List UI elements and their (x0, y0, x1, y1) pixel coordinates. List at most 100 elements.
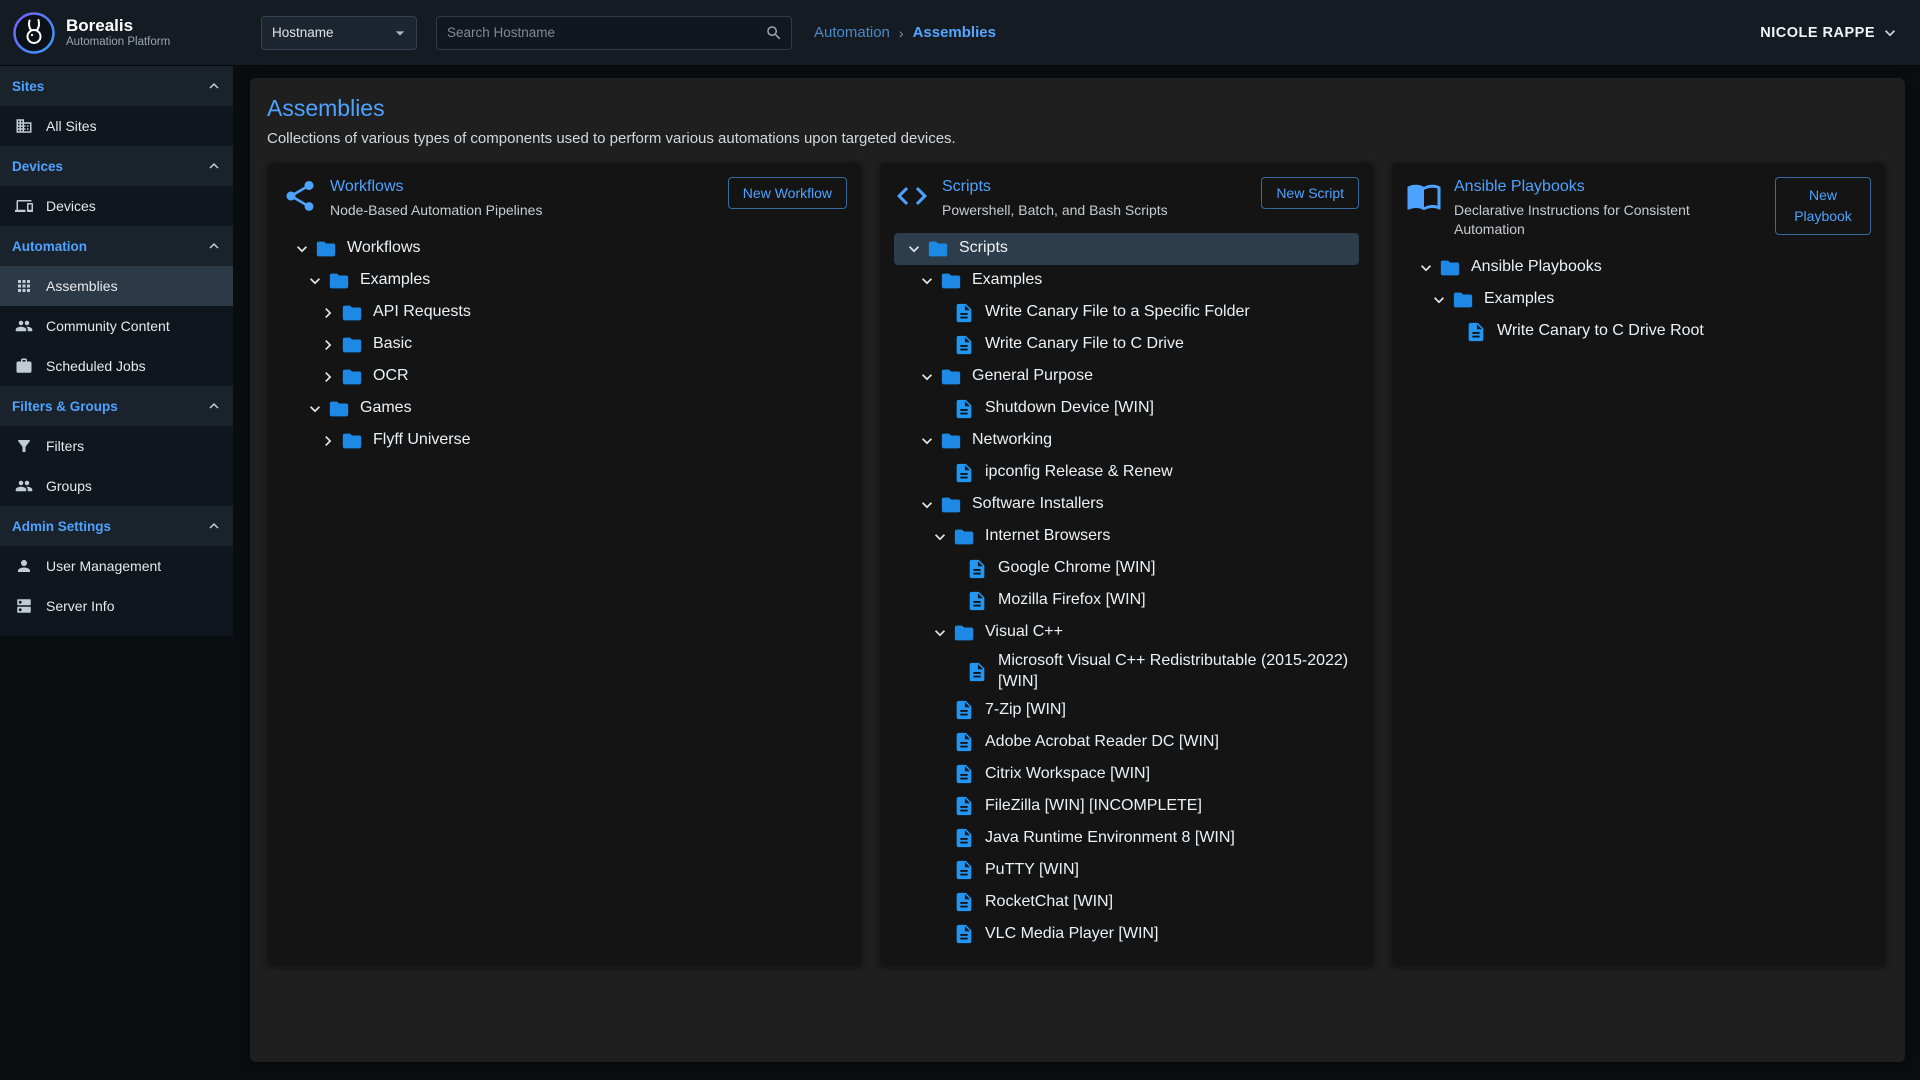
new-script-button[interactable]: New Script (1261, 177, 1359, 209)
assembly-cards: WorkflowsNode-Based Automation Pipelines… (267, 162, 1888, 967)
tree-item-write-canary-file-to-c-drive[interactable]: Write Canary File to C Drive (894, 329, 1359, 361)
new-workflow-button[interactable]: New Workflow (728, 177, 847, 209)
chevron-up-icon (205, 157, 223, 175)
sidebar-section-label: Automation (12, 239, 205, 254)
sidebar-section-admin-settings[interactable]: Admin Settings (0, 506, 233, 546)
tree-item-examples[interactable]: Examples (894, 265, 1359, 297)
sidebar-item-groups[interactable]: Groups (0, 466, 233, 506)
chevron-down-icon[interactable] (915, 365, 939, 389)
folder-icon (952, 621, 976, 645)
tree-item-label: Visual C++ (985, 622, 1063, 643)
tree-item-java-runtime-environment-8-win[interactable]: Java Runtime Environment 8 [WIN] (894, 822, 1359, 854)
sidebar-item-devices[interactable]: Devices (0, 186, 233, 226)
breadcrumb-assemblies[interactable]: Assemblies (913, 24, 996, 41)
chevron-right-icon[interactable] (316, 429, 340, 453)
tree-item-visual-c[interactable]: Visual C++ (894, 617, 1359, 649)
tree-item-filezilla-win-incomplete[interactable]: FileZilla [WIN] [INCOMPLETE] (894, 790, 1359, 822)
sidebar-section-filters-groups[interactable]: Filters & Groups (0, 386, 233, 426)
chevron-down-icon[interactable] (303, 269, 327, 293)
chevron-down-icon[interactable] (915, 429, 939, 453)
brand[interactable]: Borealis Automation Platform (0, 11, 233, 55)
folder-icon (340, 333, 364, 357)
chevron-down-icon[interactable] (290, 237, 314, 261)
chevron-down-icon[interactable] (915, 269, 939, 293)
tree-item-games[interactable]: Games (282, 393, 847, 425)
tree-item-label: Examples (1484, 289, 1554, 310)
tree-item-software-installers[interactable]: Software Installers (894, 489, 1359, 521)
folder-icon (340, 365, 364, 389)
chevron-down-icon[interactable] (1414, 256, 1438, 280)
file-icon (952, 730, 976, 754)
tree-item-ipconfig-release-renew[interactable]: ipconfig Release & Renew (894, 457, 1359, 489)
chevron-down-icon[interactable] (1427, 288, 1451, 312)
tree-item-api-requests[interactable]: API Requests (282, 297, 847, 329)
tree-item-internet-browsers[interactable]: Internet Browsers (894, 521, 1359, 553)
search-input[interactable] (447, 25, 757, 40)
tree-item-scripts[interactable]: Scripts (894, 233, 1359, 265)
tree-item-label: OCR (373, 366, 409, 387)
breadcrumb-automation[interactable]: Automation (814, 24, 890, 41)
sidebar-item-user-management[interactable]: User Management (0, 546, 233, 586)
tree-item-microsoft-visual-c-redistributable-2015-2022-win[interactable]: Microsoft Visual C++ Redistributable (20… (894, 649, 1359, 695)
sidebar-section-sites[interactable]: Sites (0, 66, 233, 106)
chevron-down-icon[interactable] (915, 493, 939, 517)
search-icon[interactable] (765, 24, 783, 42)
sidebar-item-assemblies[interactable]: Assemblies (0, 266, 233, 306)
tree-item-label: Write Canary File to a Specific Folder (985, 302, 1250, 323)
chevron-spacer (928, 333, 952, 357)
sidebar-item-scheduled-jobs[interactable]: Scheduled Jobs (0, 346, 233, 386)
chevron-down-icon[interactable] (928, 621, 952, 645)
playbooks-tree: Ansible Playbooks Examples Write Canary to… (1406, 252, 1871, 348)
sidebar-item-community-content[interactable]: Community Content (0, 306, 233, 346)
tree-item-label: Write Canary to C Drive Root (1497, 321, 1704, 342)
chevron-right-icon[interactable] (316, 365, 340, 389)
chevron-down-icon (1880, 23, 1900, 43)
folder-icon (939, 269, 963, 293)
tree-item-vlc-media-player-win[interactable]: VLC Media Player [WIN] (894, 918, 1359, 950)
tree-item-ansible-playbooks[interactable]: Ansible Playbooks (1406, 252, 1871, 284)
tree-item-rocketchat-win[interactable]: RocketChat [WIN] (894, 886, 1359, 918)
tree-item-adobe-acrobat-reader-dc-win[interactable]: Adobe Acrobat Reader DC [WIN] (894, 726, 1359, 758)
chevron-right-icon[interactable] (316, 301, 340, 325)
brand-name: Borealis (66, 16, 170, 36)
sidebar: SitesAll SitesDevicesDevicesAutomationAs… (0, 66, 233, 1080)
chevron-down-icon[interactable] (928, 525, 952, 549)
new-playbook-button[interactable]: New Playbook (1775, 177, 1871, 235)
tree-item-write-canary-file-to-a-specific-folder[interactable]: Write Canary File to a Specific Folder (894, 297, 1359, 329)
sidebar-item-server-info[interactable]: Server Info (0, 586, 233, 626)
sidebar-section-devices[interactable]: Devices (0, 146, 233, 186)
tree-item-shutdown-device-win[interactable]: Shutdown Device [WIN] (894, 393, 1359, 425)
file-icon (952, 762, 976, 786)
tree-item-putty-win[interactable]: PuTTY [WIN] (894, 854, 1359, 886)
tree-item-basic[interactable]: Basic (282, 329, 847, 361)
sidebar-item-filters[interactable]: Filters (0, 426, 233, 466)
user-menu[interactable]: NICOLE RAPPE (1760, 23, 1900, 43)
tree-item-citrix-workspace-win[interactable]: Citrix Workspace [WIN] (894, 758, 1359, 790)
chevron-right-icon[interactable] (316, 333, 340, 357)
folder-icon (939, 493, 963, 517)
tree-item-ocr[interactable]: OCR (282, 361, 847, 393)
hostname-dropdown[interactable]: Hostname (261, 16, 417, 50)
sidebar-item-label: Server Info (46, 598, 114, 614)
chevron-down-icon[interactable] (303, 397, 327, 421)
tree-item-flyff-universe[interactable]: Flyff Universe (282, 425, 847, 457)
tree-item-7-zip-win[interactable]: 7-Zip [WIN] (894, 694, 1359, 726)
sidebar-item-all-sites[interactable]: All Sites (0, 106, 233, 146)
tree-item-write-canary-to-c-drive-root[interactable]: Write Canary to C Drive Root (1406, 316, 1871, 348)
tree-item-general-purpose[interactable]: General Purpose (894, 361, 1359, 393)
groups-icon (15, 477, 33, 495)
chevron-down-icon[interactable] (902, 237, 926, 261)
tree-item-networking[interactable]: Networking (894, 425, 1359, 457)
breadcrumb: Automation › Assemblies (814, 24, 996, 41)
folder-icon (327, 397, 351, 421)
tree-item-workflows[interactable]: Workflows (282, 233, 847, 265)
tree-item-examples[interactable]: Examples (1406, 284, 1871, 316)
tree-item-google-chrome-win[interactable]: Google Chrome [WIN] (894, 553, 1359, 585)
file-icon (952, 461, 976, 485)
tree-item-mozilla-firefox-win[interactable]: Mozilla Firefox [WIN] (894, 585, 1359, 617)
tree-item-label: Games (360, 398, 412, 419)
sidebar-item-label: Devices (46, 198, 96, 214)
sidebar-item-label: Scheduled Jobs (46, 358, 146, 374)
tree-item-examples[interactable]: Examples (282, 265, 847, 297)
sidebar-section-automation[interactable]: Automation (0, 226, 233, 266)
